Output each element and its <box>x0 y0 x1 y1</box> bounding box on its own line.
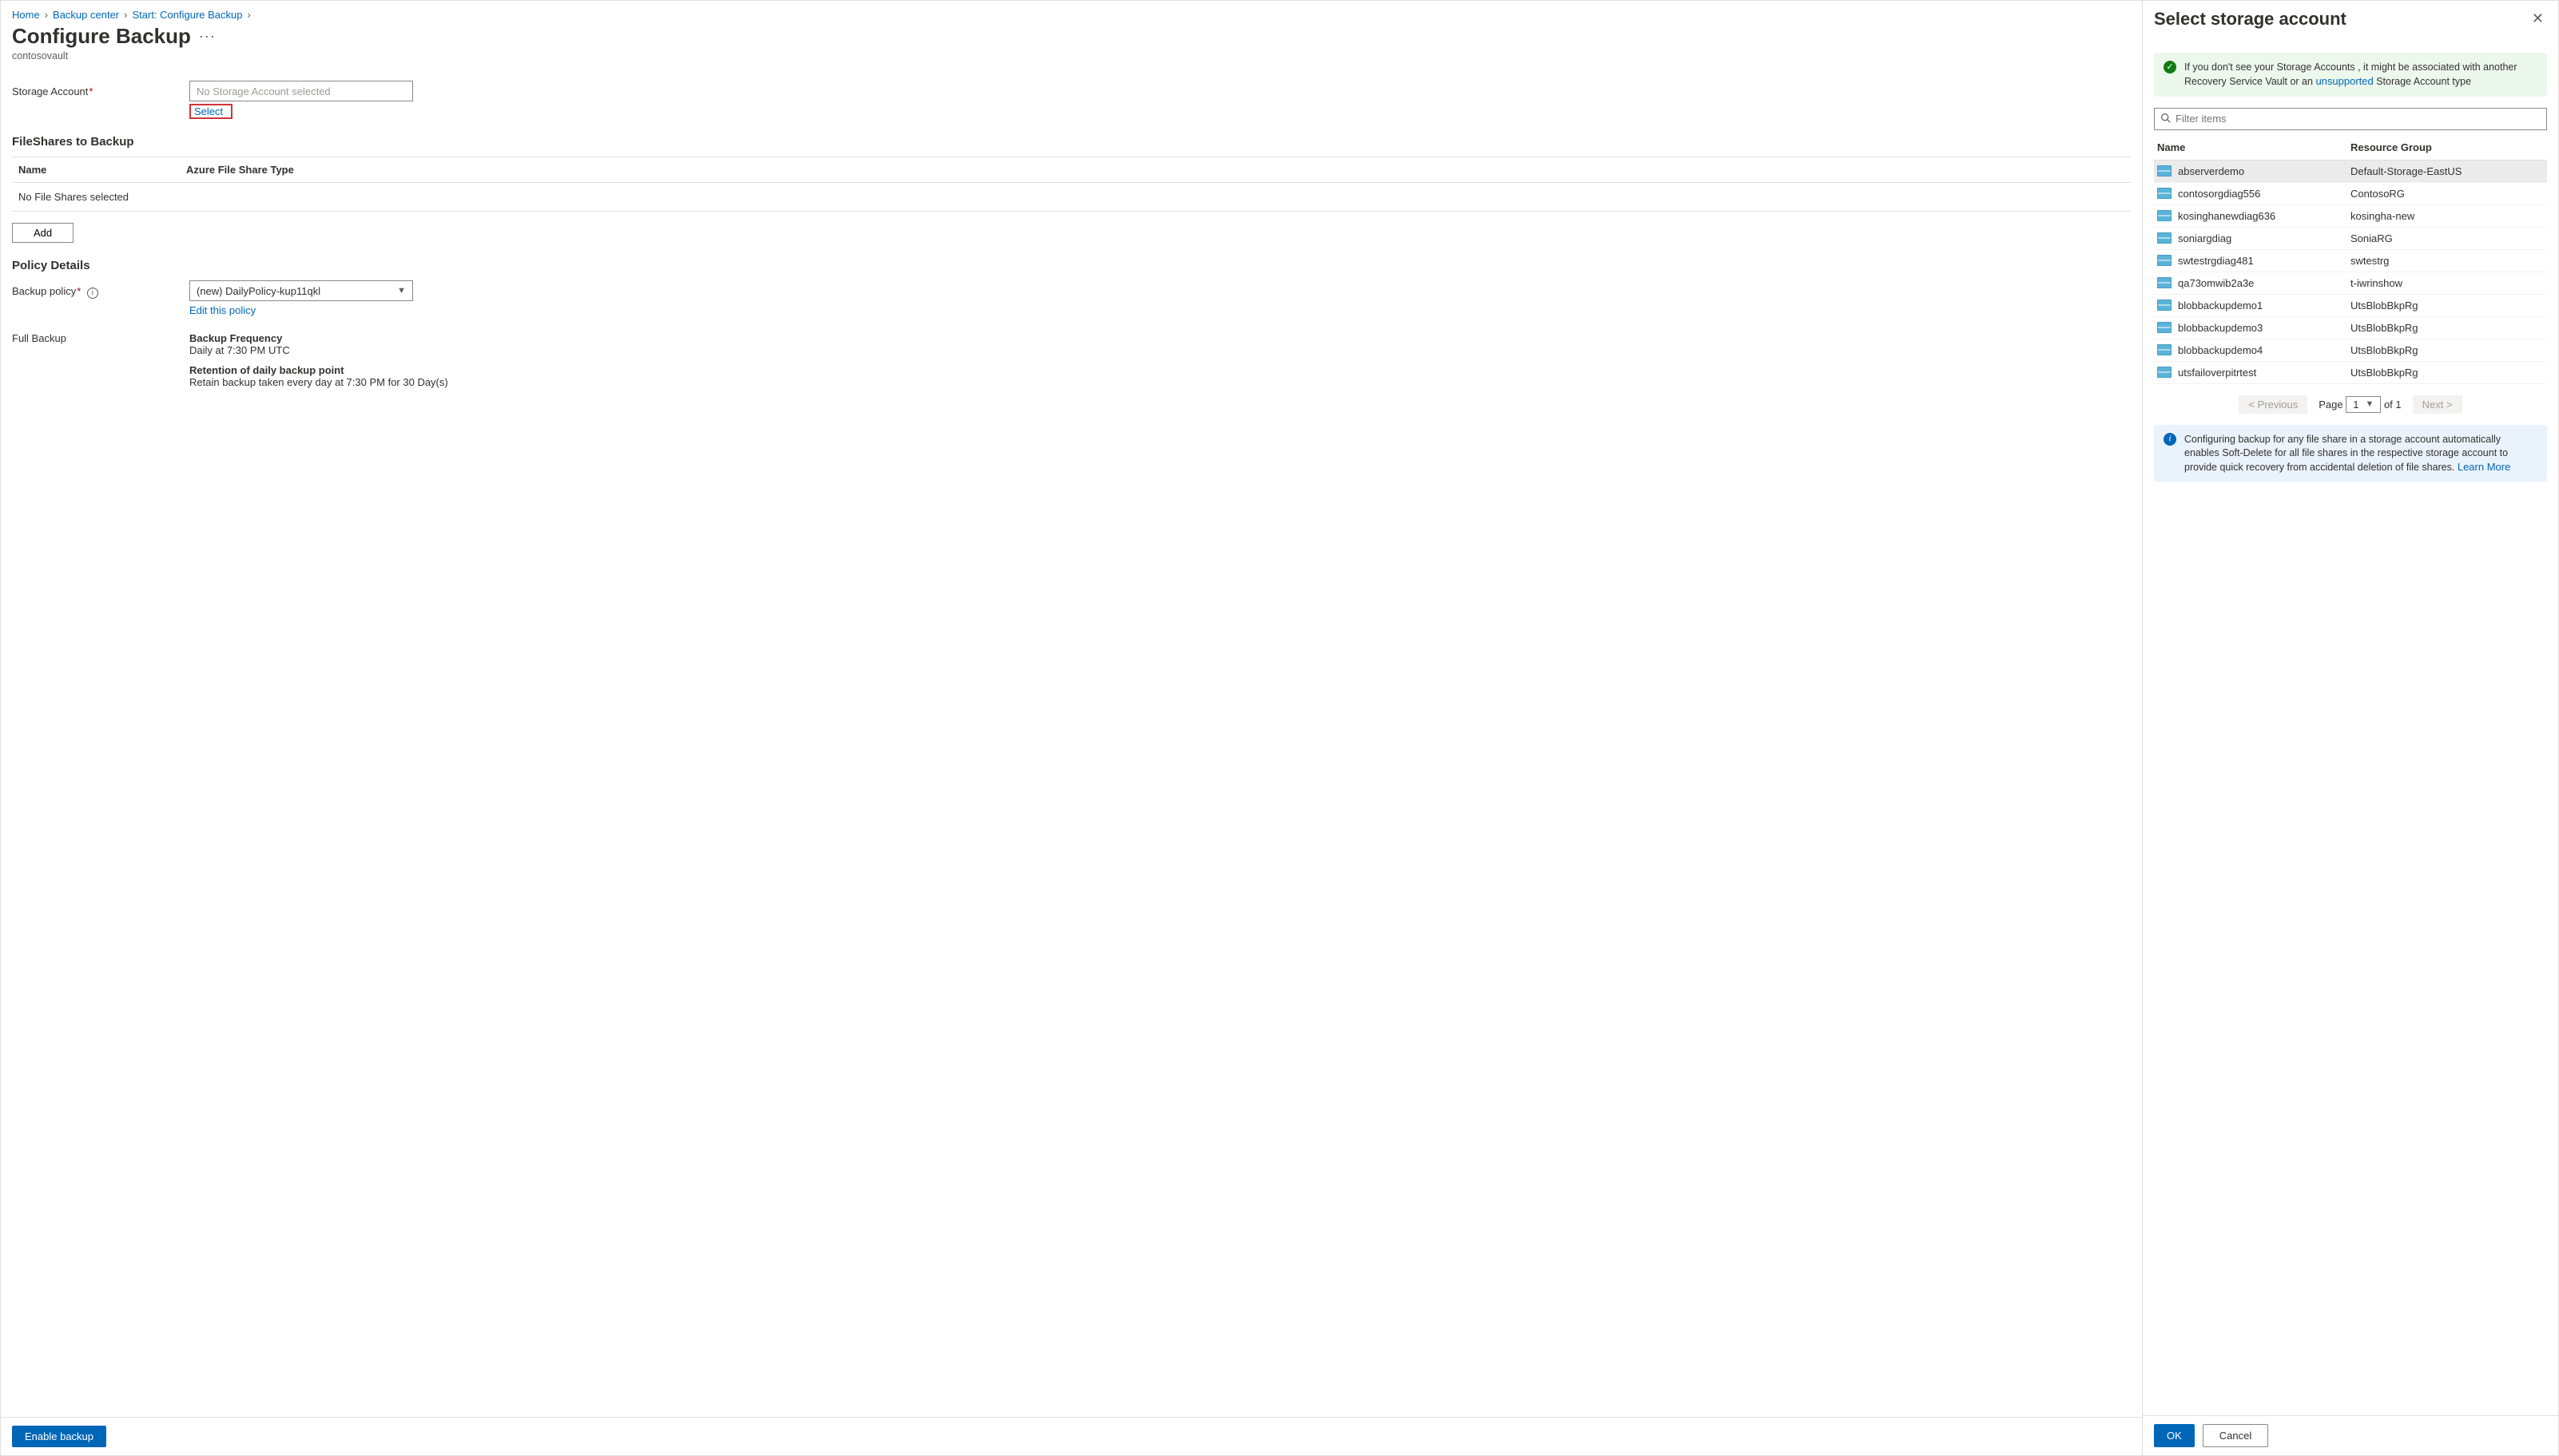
storage-account-table: Name Resource Group abserverdemo Default-… <box>2154 135 2547 384</box>
configure-backup-pane: Home › Backup center › Start: Configure … <box>1 1 2143 1455</box>
storage-account-icon <box>2157 367 2172 378</box>
total-pages: 1 <box>2395 399 2401 411</box>
unsupported-link[interactable]: unsupported <box>2315 75 2373 87</box>
notice-callout: ✓ If you don't see your Storage Accounts… <box>2154 53 2547 97</box>
page-label: Page <box>2319 399 2342 411</box>
resource-group-name: SoniaRG <box>2350 232 2544 244</box>
close-icon[interactable]: ✕ <box>2529 7 2547 30</box>
backup-policy-value: (new) DailyPolicy-kup11qkl <box>197 285 320 297</box>
storage-account-row[interactable]: kosinghanewdiag636 kosingha-new <box>2154 205 2547 228</box>
pager: < Previous Page 1 ▼ of 1 Next > <box>2143 384 2558 425</box>
backup-frequency-value: Daily at 7:30 PM UTC <box>189 344 290 356</box>
more-actions-icon[interactable]: ··· <box>199 28 216 45</box>
resource-group-name: UtsBlobBkpRg <box>2350 344 2544 356</box>
chevron-down-icon: ▼ <box>2365 399 2374 409</box>
next-page-button[interactable]: Next > <box>2413 395 2462 414</box>
page-dropdown[interactable]: 1 ▼ <box>2346 396 2381 413</box>
col-name: Name <box>2157 141 2350 153</box>
page-title: Configure Backup <box>12 24 191 49</box>
fileshares-table: Name Azure File Share Type No File Share… <box>12 157 2131 212</box>
storage-account-icon <box>2157 210 2172 221</box>
storage-account-icon <box>2157 300 2172 311</box>
select-storage-account-panel: Select storage account ✕ ✓ If you don't … <box>2143 1 2558 1455</box>
storage-account-row[interactable]: abserverdemo Default-Storage-EastUS <box>2154 161 2547 183</box>
storage-account-row[interactable]: blobbackupdemo3 UtsBlobBkpRg <box>2154 317 2547 339</box>
storage-account-row[interactable]: qa73omwib2a3e t-iwrinshow <box>2154 272 2547 295</box>
add-fileshare-button[interactable]: Add <box>12 223 74 243</box>
storage-account-icon <box>2157 188 2172 199</box>
col-resource-group: Resource Group <box>2350 141 2544 153</box>
chevron-down-icon: ▼ <box>397 286 406 296</box>
storage-account-name: kosinghanewdiag636 <box>2178 210 2275 222</box>
full-backup-label: Full Backup <box>12 327 180 344</box>
resource-group-name: Default-Storage-EastUS <box>2350 165 2544 177</box>
success-icon: ✓ <box>2164 61 2176 73</box>
ok-button[interactable]: OK <box>2154 1424 2195 1447</box>
storage-account-icon <box>2157 232 2172 244</box>
storage-account-input[interactable]: No Storage Account selected <box>189 81 413 101</box>
info-callout: i Configuring backup for any file share … <box>2154 425 2547 482</box>
retention-value: Retain backup taken every day at 7:30 PM… <box>189 376 448 388</box>
backup-frequency-label: Backup Frequency <box>189 332 282 344</box>
chevron-right-icon: › <box>45 9 48 21</box>
backup-policy-dropdown[interactable]: (new) DailyPolicy-kup11qkl ▼ <box>189 280 413 301</box>
learn-more-link[interactable]: Learn More <box>2458 461 2510 473</box>
storage-account-row[interactable]: swtestrgdiag481 swtestrg <box>2154 250 2547 272</box>
cancel-button[interactable]: Cancel <box>2203 1424 2268 1447</box>
resource-group-name: swtestrg <box>2350 255 2544 267</box>
storage-account-name: blobbackupdemo1 <box>2178 300 2263 311</box>
storage-account-icon <box>2157 344 2172 355</box>
storage-account-row[interactable]: blobbackupdemo4 UtsBlobBkpRg <box>2154 339 2547 362</box>
panel-title: Select storage account <box>2154 9 2346 30</box>
filter-input[interactable] <box>2154 108 2547 130</box>
storage-account-row[interactable]: blobbackupdemo1 UtsBlobBkpRg <box>2154 295 2547 317</box>
edit-policy-link[interactable]: Edit this policy <box>189 304 256 316</box>
select-storage-account-link[interactable]: Select <box>194 105 223 117</box>
storage-account-name: soniargdiag <box>2178 232 2231 244</box>
enable-backup-button[interactable]: Enable backup <box>12 1426 106 1447</box>
previous-page-button[interactable]: < Previous <box>2239 395 2307 414</box>
resource-group-name: kosingha-new <box>2350 210 2544 222</box>
info-icon: i <box>2164 433 2176 446</box>
breadcrumb-configure-backup[interactable]: Start: Configure Backup <box>132 9 242 21</box>
storage-account-icon <box>2157 255 2172 266</box>
chevron-right-icon: › <box>124 9 127 21</box>
select-storage-account-highlight: Select <box>189 104 232 119</box>
resource-group-name: ContosoRG <box>2350 188 2544 200</box>
storage-account-name: contosorgdiag556 <box>2178 188 2260 200</box>
storage-account-name: blobbackupdemo3 <box>2178 322 2263 334</box>
storage-account-name: swtestrgdiag481 <box>2178 255 2254 267</box>
resource-group-name: UtsBlobBkpRg <box>2350 367 2544 379</box>
storage-account-name: qa73omwib2a3e <box>2178 277 2254 289</box>
notice-text-post: Storage Account type <box>2376 76 2471 87</box>
resource-group-name: UtsBlobBkpRg <box>2350 322 2544 334</box>
breadcrumb-home[interactable]: Home <box>12 9 40 21</box>
of-label: of <box>2384 399 2393 411</box>
storage-account-row[interactable]: soniargdiag SoniaRG <box>2154 228 2547 250</box>
backup-policy-label: Backup policy* i <box>12 280 180 299</box>
storage-account-row[interactable]: utsfailoverpitrtest UtsBlobBkpRg <box>2154 362 2547 384</box>
search-icon <box>2160 113 2171 125</box>
col-type: Azure File Share Type <box>186 164 294 176</box>
storage-account-name: utsfailoverpitrtest <box>2178 367 2256 379</box>
policy-heading: Policy Details <box>12 259 2131 272</box>
storage-account-icon <box>2157 277 2172 288</box>
breadcrumb-backup-center[interactable]: Backup center <box>53 9 119 21</box>
col-name: Name <box>18 164 186 176</box>
vault-name: contosovault <box>1 49 2142 73</box>
breadcrumb: Home › Backup center › Start: Configure … <box>1 1 2142 24</box>
fileshares-empty: No File Shares selected <box>12 183 2131 211</box>
storage-account-name: abserverdemo <box>2178 165 2244 177</box>
resource-group-name: t-iwrinshow <box>2350 277 2544 289</box>
retention-label: Retention of daily backup point <box>189 364 344 376</box>
info-icon[interactable]: i <box>87 288 98 299</box>
storage-account-row[interactable]: contosorgdiag556 ContosoRG <box>2154 183 2547 205</box>
storage-account-label: Storage Account* <box>12 81 180 97</box>
resource-group-name: UtsBlobBkpRg <box>2350 300 2544 311</box>
storage-account-icon <box>2157 322 2172 333</box>
storage-account-name: blobbackupdemo4 <box>2178 344 2263 356</box>
fileshares-heading: FileShares to Backup <box>12 135 2131 149</box>
storage-account-icon <box>2157 165 2172 177</box>
chevron-right-icon: › <box>248 9 251 21</box>
